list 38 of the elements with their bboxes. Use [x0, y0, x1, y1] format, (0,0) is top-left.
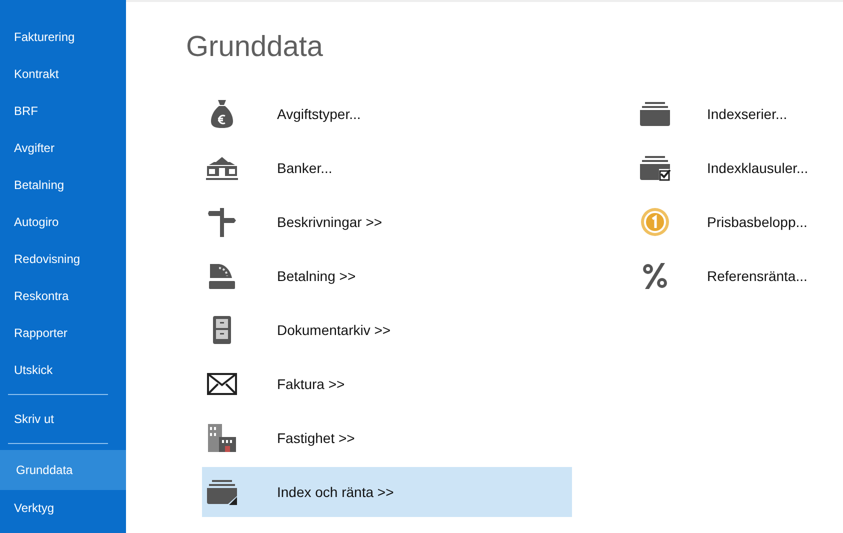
sidebar-item[interactable]: Kontrakt	[0, 56, 126, 93]
buildings-icon	[207, 423, 237, 453]
menu-item[interactable]: Fastighet >>	[202, 413, 572, 463]
sidebar-item[interactable]: Avgifter	[0, 130, 126, 167]
sidebar-item[interactable]: Skriv ut	[0, 401, 126, 438]
coin-icon	[640, 207, 670, 237]
menu-item[interactable]: Faktura >>	[202, 359, 572, 409]
menu-item[interactable]: Banker...	[202, 143, 572, 193]
menu-item[interactable]: Dokumentarkiv >>	[202, 305, 572, 355]
sidebar-item[interactable]: BRF	[0, 93, 126, 130]
percent-icon	[642, 262, 668, 290]
folder-check-icon	[639, 155, 671, 181]
folder-tray-icon	[639, 101, 671, 127]
sidebar-item[interactable]: Reskontra	[0, 278, 126, 315]
sidebar-item[interactable]: Grunddata	[0, 450, 126, 490]
cash-register-icon	[208, 262, 236, 290]
money-bag-icon	[210, 99, 234, 129]
sidebar-item[interactable]: Betalning	[0, 167, 126, 204]
folder-tray-icon	[206, 479, 238, 505]
sidebar-item[interactable]: Verktyg	[0, 490, 126, 527]
sidebar-item[interactable]: Rapporter	[0, 315, 126, 352]
menu-item[interactable]: Betalning >>	[202, 251, 572, 301]
signpost-icon	[208, 207, 236, 237]
page-title: Grunddata	[186, 30, 324, 65]
sidebar-item[interactable]: Redovisning	[0, 241, 126, 278]
menu-item[interactable]: Prisbasbelopp...	[635, 197, 808, 247]
envelope-icon	[207, 373, 237, 395]
sidebar-item[interactable]: Utskick	[0, 352, 126, 389]
menu-item[interactable]: Referensränta...	[635, 251, 808, 301]
menu-item[interactable]: Index och ränta >>	[202, 467, 572, 517]
menu-item[interactable]: Beskrivningar >>	[202, 197, 572, 247]
sidebar-item[interactable]: Autogiro	[0, 204, 126, 241]
menu-item[interactable]: Indexserier...	[635, 89, 808, 139]
bank-building-icon	[206, 156, 238, 180]
menu-item[interactable]: Avgiftstyper...	[202, 89, 572, 139]
file-cabinet-icon	[212, 315, 232, 345]
menu-item[interactable]: Indexklausuler...	[635, 143, 808, 193]
sidebar-item[interactable]: Fakturering	[0, 19, 126, 56]
